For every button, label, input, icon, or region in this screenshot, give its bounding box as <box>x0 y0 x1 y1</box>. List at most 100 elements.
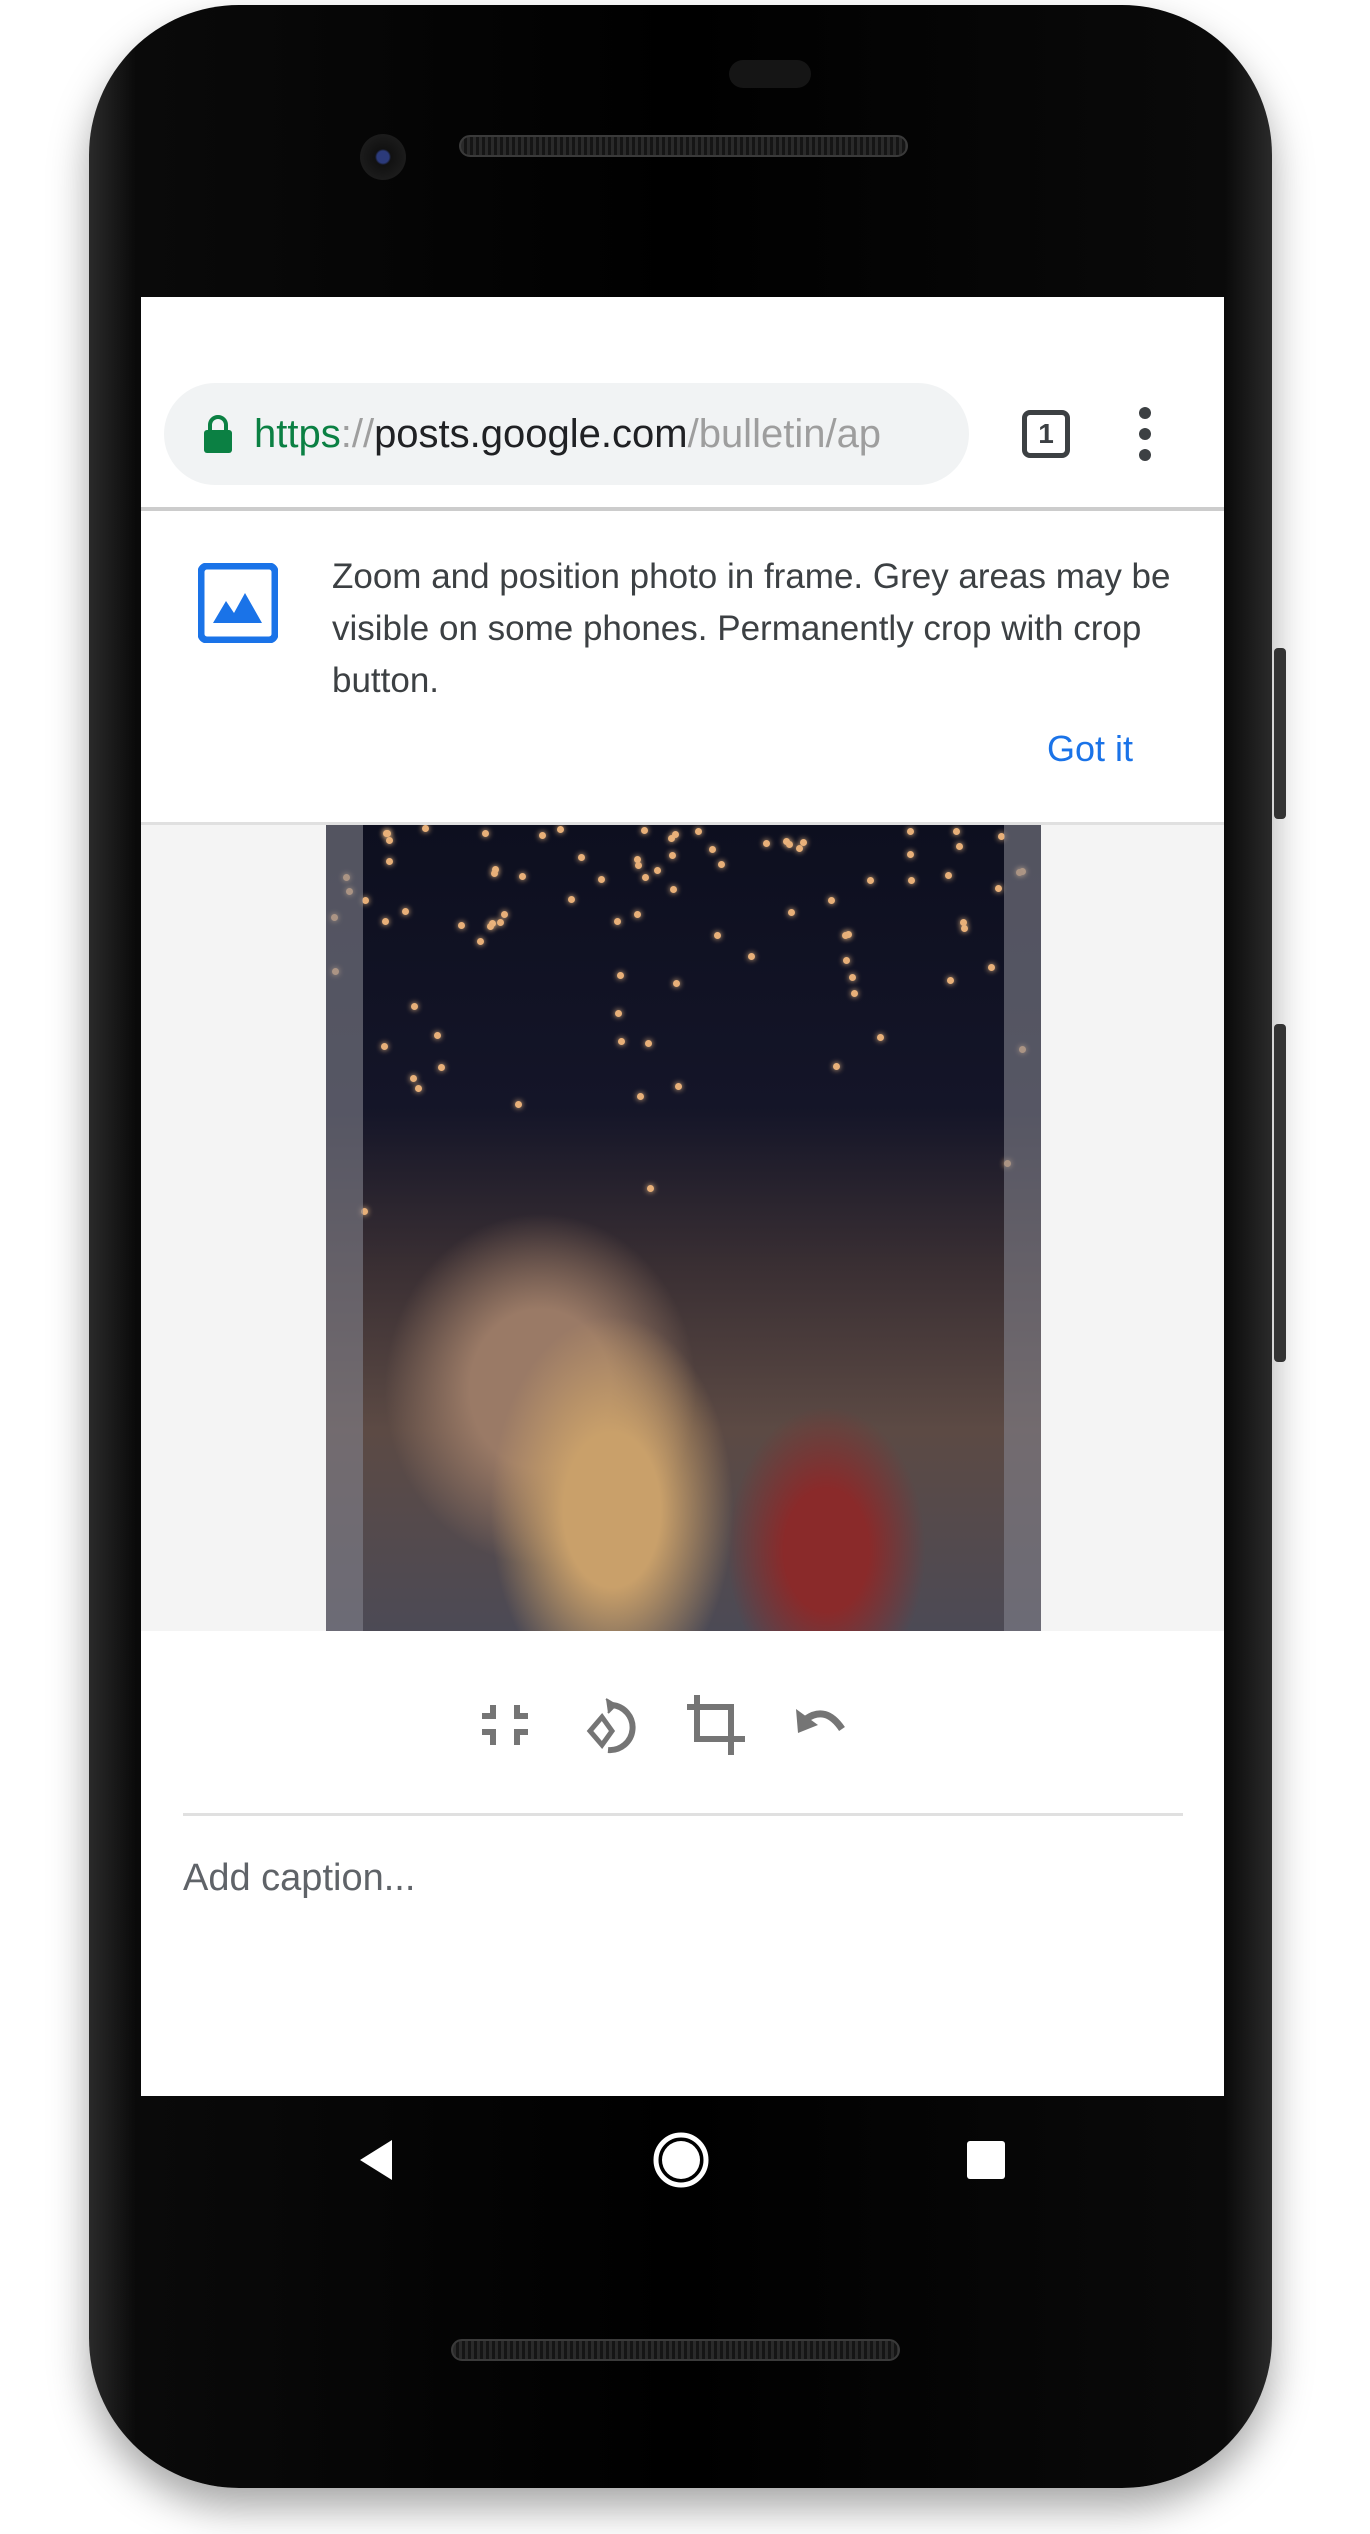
bokeh-light <box>386 836 394 844</box>
bokeh-light <box>695 827 703 835</box>
banner-message: Zoom and position photo in frame. Grey a… <box>332 557 1171 700</box>
bokeh-light <box>866 876 874 884</box>
bokeh-light <box>415 1085 423 1093</box>
bokeh-light <box>988 963 996 971</box>
bokeh-light <box>402 908 410 916</box>
edit-toolbar <box>141 1695 1224 1755</box>
more-menu-icon[interactable] <box>1139 407 1151 461</box>
bokeh-light <box>633 910 641 918</box>
back-icon[interactable] <box>346 2130 406 2190</box>
bokeh-light <box>634 862 642 870</box>
bokeh-light <box>960 918 968 926</box>
top-speaker <box>459 135 908 157</box>
bokeh-light <box>669 852 677 860</box>
bokeh-light <box>786 841 794 849</box>
bokeh-light <box>496 919 504 927</box>
tab-switcher-button[interactable]: 1 <box>1022 410 1070 458</box>
bokeh-light <box>613 918 621 926</box>
url-host: posts.google.com <box>374 411 688 456</box>
bokeh-light <box>671 831 679 839</box>
info-banner: Zoom and position photo in frame. Grey a… <box>141 511 1224 825</box>
bokeh-light <box>482 830 490 838</box>
crop-icon[interactable] <box>687 1695 747 1755</box>
bokeh-light <box>636 1092 644 1100</box>
power-button <box>1274 648 1286 819</box>
bokeh-light <box>849 974 857 982</box>
bokeh-light <box>385 858 393 866</box>
bokeh-light <box>557 825 565 833</box>
undo-icon[interactable] <box>792 1695 852 1755</box>
home-icon[interactable] <box>651 2130 711 2190</box>
caption-input[interactable] <box>183 1857 1183 1900</box>
bokeh-light <box>796 845 804 853</box>
bokeh-light <box>598 875 606 883</box>
bokeh-light <box>907 827 915 835</box>
bokeh-light <box>708 846 716 854</box>
bokeh-light <box>673 979 681 987</box>
bokeh-light <box>410 1003 418 1011</box>
bokeh-light <box>614 1010 622 1017</box>
bokeh-light <box>907 876 915 884</box>
bokeh-light <box>501 911 509 919</box>
bokeh-light <box>515 1101 523 1109</box>
proximity-sensor <box>729 60 811 88</box>
bokeh-light <box>877 1034 885 1042</box>
bokeh-light <box>616 971 624 979</box>
bottom-speaker <box>451 2339 900 2361</box>
recents-icon[interactable] <box>956 2130 1016 2190</box>
screen: https://posts.google.com/bulletin/ap 1 Z… <box>141 297 1224 2096</box>
bokeh-light <box>953 827 961 835</box>
bokeh-light <box>410 1074 418 1082</box>
bokeh-light <box>762 839 770 847</box>
url-bar[interactable]: https://posts.google.com/bulletin/ap <box>164 383 969 485</box>
bokeh-light <box>994 884 1002 892</box>
bokeh-light <box>956 842 964 850</box>
rotate-icon[interactable] <box>582 1695 642 1755</box>
bokeh-light <box>476 938 484 946</box>
bokeh-light <box>961 924 969 932</box>
lock-icon <box>204 415 232 453</box>
bokeh-light <box>383 829 391 837</box>
bokeh-light <box>538 832 546 840</box>
caption-divider <box>183 1813 1183 1816</box>
photo-frame-area[interactable] <box>141 825 1224 1631</box>
bokeh-light <box>827 896 835 904</box>
bokeh-light <box>362 897 370 905</box>
url-path: /bulletin/ap <box>687 411 882 456</box>
bokeh-light <box>641 826 649 834</box>
bokeh-light <box>670 885 678 893</box>
crowd-photo[interactable] <box>326 825 1041 1631</box>
bokeh-light <box>675 1083 683 1091</box>
volume-button <box>1274 1024 1286 1362</box>
bokeh-light <box>907 850 915 858</box>
bokeh-light <box>946 977 954 985</box>
bokeh-light <box>577 853 585 861</box>
bokeh-light <box>832 1063 840 1071</box>
bokeh-light <box>646 1184 654 1192</box>
bokeh-light <box>617 1038 625 1046</box>
url-scheme: https <box>254 411 341 456</box>
bokeh-light <box>944 871 952 879</box>
bokeh-light <box>718 861 726 869</box>
front-camera-icon <box>360 134 406 180</box>
got-it-button[interactable]: Got it <box>1047 728 1133 770</box>
bokeh-light <box>641 873 649 881</box>
bokeh-light <box>519 872 527 880</box>
bokeh-light <box>458 921 466 929</box>
bokeh-light <box>788 908 796 916</box>
bokeh-light <box>567 896 575 904</box>
url-separator: :// <box>340 411 375 456</box>
fit-icon[interactable] <box>478 1695 538 1755</box>
bokeh-light <box>380 1042 388 1050</box>
grey-area-left <box>326 825 363 1631</box>
bokeh-light <box>714 932 722 940</box>
bokeh-light <box>490 869 498 877</box>
bokeh-light <box>654 866 662 874</box>
image-icon <box>197 562 279 648</box>
bokeh-light <box>748 953 756 961</box>
bokeh-light <box>421 825 429 833</box>
bokeh-light <box>645 1040 653 1048</box>
bokeh-light <box>487 923 495 931</box>
grey-area-right <box>1004 825 1041 1631</box>
bokeh-light <box>843 956 851 964</box>
